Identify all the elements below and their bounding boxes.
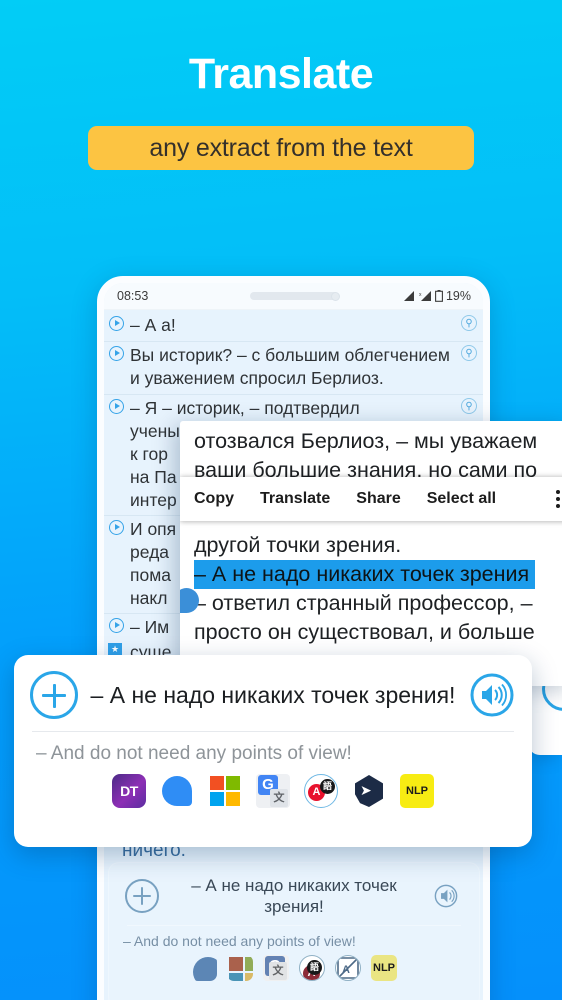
link-icon[interactable]: ⚲ [461,345,477,361]
copy-button[interactable]: Copy [194,490,234,508]
signal-bars-secondary-icon: x [419,290,431,301]
highlighted-text[interactable]: – А не надо никаких точек зрения [194,560,536,589]
translate-button[interactable]: Translate [260,490,330,508]
paragraph-text: И опя [130,519,177,539]
sheet-highlight-row[interactable]: – А не надо никаких точек зрения [180,560,562,686]
translate-glyph: 文 [270,789,288,807]
sheet-line: просто он существовал, и больше [194,620,535,644]
page-subtitle-text: any extract from the text [149,133,413,162]
paragraph-text: – Им [130,617,170,637]
add-icon[interactable] [125,879,159,913]
nlp-translate-app-icon[interactable]: NLP [371,955,397,981]
select-all-button[interactable]: Select all [427,490,496,508]
play-icon[interactable] [109,316,124,331]
sheet-line: – ответил странный профессор, – [194,591,533,615]
ghost-app-strip[interactable]: G文 A語 A NLP [109,955,479,981]
paragraph-text: на Па [130,467,177,487]
translate-glyph: 文 [269,962,287,980]
paragraph-text: – А a! [130,315,176,335]
circled-translate-app-icon[interactable]: A語 [304,774,338,808]
status-bar: 08:53 x 19% [104,283,483,310]
play-icon[interactable] [109,399,124,414]
paragraph-text: реда [130,542,170,562]
reader-paragraph[interactable]: ⚲ Вы историк? – с большим облегчением и … [104,342,483,395]
translate-card-ghost: – А не надо никаких точек зрения! – And … [108,862,480,1000]
paragraph-text: накл [130,588,168,608]
dt-translate-app-icon[interactable]: DT [112,774,146,808]
svg-text:x: x [419,292,422,298]
paragraph-text: пома [130,565,171,585]
paragraph-text: – Я – историк, – подтвердил [130,398,360,418]
battery-percent: 19% [445,289,471,303]
blue-bubble-app-icon[interactable] [191,955,217,981]
translated-text: – And do not need any points of view! [36,743,352,764]
share-button[interactable]: Share [356,490,400,508]
source-text: – А не надо никаких точек зрения! [90,681,456,708]
battery-icon [435,290,443,302]
google-translate-app-icon[interactable]: G文 [256,774,290,808]
blue-bubble-app-icon[interactable] [160,774,194,808]
link-icon[interactable]: ⚲ [461,315,477,331]
add-icon[interactable] [30,671,78,719]
paragraph-text: интер [130,490,177,510]
translate-card[interactable]: – А не надо никаких точек зрения! – And … [14,655,532,847]
hexagon-translate-app-icon[interactable]: ➤ [352,774,386,808]
play-icon[interactable] [109,618,124,633]
microsoft-translator-app-icon[interactable] [227,955,253,981]
reader-paragraph[interactable]: ⚲ – А a! [104,312,483,342]
speaker-icon[interactable] [468,671,516,719]
nlp-translate-app-icon[interactable]: NLP [400,774,434,808]
earpiece-speaker-icon [249,292,338,300]
play-icon[interactable] [109,520,124,535]
crossed-translate-app-icon[interactable]: A [335,955,361,981]
microsoft-translator-app-icon[interactable] [208,774,242,808]
text-selection-sheet[interactable]: отозвался Берлиоз, – мы уважаем ваши бол… [180,421,562,686]
link-icon[interactable]: ⚲ [461,398,477,414]
circled-translate-app-icon[interactable]: A語 [299,955,325,981]
sheet-line: отозвался Берлиоз, – мы уважаем [194,429,538,453]
page-subtitle-badge: any extract from the text [88,126,474,170]
signal-bars-icon [403,290,414,301]
page-title: Translate [188,50,374,98]
speaker-icon[interactable] [429,879,463,913]
paragraph-text: к гор [130,444,168,464]
paragraph-text: Вы историк? – с большим облегчением и ув… [130,345,450,388]
cjk-glyph: 語 [307,960,322,975]
hexagon-glyph: ➤ [360,782,372,798]
status-bar-time: 08:53 [117,289,149,303]
cjk-glyph: 語 [320,779,335,794]
front-camera-icon [331,292,341,301]
reader-paragraph[interactable]: ⚲ – Я – историк, – подтвердил [104,395,483,420]
play-icon[interactable] [109,346,124,361]
text-context-menu[interactable]: Copy Translate Share Select all [180,477,562,521]
ghost-translated-text: – And do not need any points of view! [123,933,356,949]
sheet-line: другой точки зрения. [194,533,402,557]
ghost-source-text: – А не надо никаких точек зрения! [191,876,397,916]
more-options-icon[interactable] [556,490,560,508]
google-translate-app-icon[interactable]: G文 [263,955,289,981]
app-strip[interactable]: DT G文 A語 ➤ NLP [14,774,532,808]
paragraph-text: учены [130,421,180,441]
